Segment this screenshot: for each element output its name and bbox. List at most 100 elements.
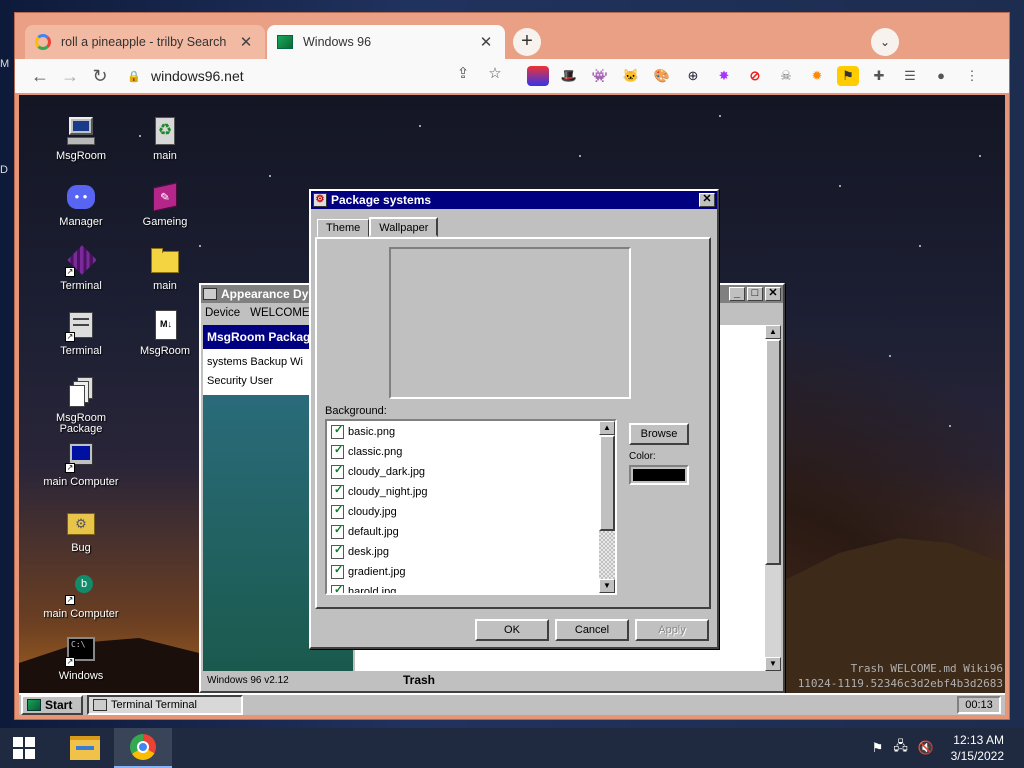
tab-search[interactable]: roll a pineapple - trilby Search ✕ — [25, 25, 265, 59]
ok-button[interactable]: OK — [475, 619, 549, 641]
desktop-icon-main-computer-2[interactable]: b ↗ main Computer — [41, 573, 121, 620]
apply-button[interactable]: Apply — [635, 619, 709, 641]
minimize-button[interactable]: _ — [729, 287, 745, 301]
url-text: windows96.net — [151, 68, 244, 84]
chrome-taskbar-button[interactable] — [114, 728, 172, 768]
host-clock[interactable]: 12:13 AM 3/15/2022 — [934, 732, 1024, 764]
crosshair-extension-icon[interactable]: ⊕ — [682, 66, 704, 86]
scroll-down-button[interactable]: ▼ — [599, 579, 615, 593]
close-icon[interactable]: ✕ — [477, 33, 495, 51]
profile-avatar-icon[interactable]: ● — [930, 66, 952, 86]
file-list-item[interactable]: default.jpg — [327, 522, 615, 542]
desktop-icon-label: main Computer — [43, 476, 119, 488]
reload-button[interactable]: ↻ — [85, 61, 115, 91]
menu-item-device[interactable]: Device — [205, 307, 240, 319]
package-window[interactable]: ⚙ Package systems ✕ Theme Wallpaper Back… — [309, 189, 719, 649]
scroll-thumb[interactable] — [599, 435, 615, 531]
file-list-item[interactable]: gradient.jpg — [327, 562, 615, 582]
file-name: classic.png — [348, 446, 403, 458]
desktop-icon-main-folder[interactable]: main — [125, 245, 205, 292]
file-list-item[interactable]: desk.jpg — [327, 542, 615, 562]
host-start-button[interactable] — [0, 728, 48, 768]
scroll-down-button[interactable]: ▼ — [765, 657, 781, 671]
lock-icon: 🔒 — [127, 70, 141, 83]
puzzle-extensions-icon[interactable]: ✚ — [868, 66, 890, 86]
google-icon — [35, 34, 51, 50]
back-button[interactable]: ← — [25, 61, 55, 91]
desktop-icon-label: Bug — [71, 542, 91, 554]
close-icon[interactable]: ✕ — [237, 33, 255, 51]
volume-muted-icon[interactable]: 🔇 — [918, 740, 934, 756]
bee-extension-icon[interactable]: ⚑ — [837, 66, 859, 86]
burst-extension-icon[interactable]: ✸ — [713, 66, 735, 86]
tab-theme[interactable]: Theme — [317, 219, 370, 237]
extensions-bar: 🎩 👾 🐱 🎨 ⊕ ✸ ⊘ ☠ ✹ ⚑ ✚ ☰ ● ⋮ — [527, 66, 983, 86]
file-list-item[interactable]: basic.png — [327, 422, 615, 442]
window-icon — [93, 699, 107, 711]
bookmark-star-icon[interactable]: ☆ — [487, 64, 503, 84]
image-file-icon — [331, 583, 344, 593]
rainbow-extension-icon[interactable] — [527, 66, 549, 86]
invader-extension-icon[interactable]: 👾 — [589, 66, 611, 86]
host-time: 12:13 AM — [953, 733, 1004, 747]
background-file-list[interactable]: basic.png classic.png cloudy_dark.jpgcloud… — [325, 419, 617, 595]
file-list-item[interactable]: harold.jpg — [327, 582, 615, 593]
file-explorer-icon — [70, 736, 100, 760]
maximize-button[interactable]: □ — [747, 287, 763, 301]
file-list-item[interactable]: classic.png — [327, 442, 615, 462]
hat-extension-icon[interactable]: 🎩 — [558, 66, 580, 86]
cat-extension-icon[interactable]: 🐱 — [620, 66, 642, 86]
start-button[interactable]: Start — [21, 695, 83, 715]
desktop-icon-main[interactable]: ♻ main — [125, 115, 205, 162]
block-extension-icon[interactable]: ⊘ — [744, 66, 766, 86]
scroll-up-button[interactable]: ▲ — [765, 325, 781, 339]
file-list-item[interactable]: cloudy.jpg — [327, 502, 615, 522]
win96-clock: 00:13 — [957, 696, 1001, 714]
windows96-logo-icon — [27, 699, 41, 711]
printer-icon: ↗ — [65, 310, 97, 342]
new-tab-button[interactable]: + — [513, 28, 541, 56]
file-list-item[interactable]: cloudy_night.jpg — [327, 482, 615, 502]
skull-extension-icon[interactable]: ☠ — [775, 66, 797, 86]
desktop-icon-terminal-2[interactable]: ↗ Terminal — [41, 310, 121, 357]
appearance-scrollbar[interactable]: ▲ ▼ — [765, 325, 781, 671]
tab-wallpaper[interactable]: Wallpaper — [369, 217, 439, 237]
desktop-icon-terminal[interactable]: ↗ Terminal — [41, 245, 121, 292]
desktop-icon-gameing[interactable]: ✎ Gameing — [125, 181, 205, 228]
package-title: Package systems — [331, 193, 432, 207]
tab-search-button[interactable]: ⌄ — [871, 28, 899, 56]
desktop-icon-manager[interactable]: • • Manager — [41, 181, 121, 228]
color-label: Color: — [629, 451, 656, 462]
cancel-button[interactable]: Cancel — [555, 619, 629, 641]
close-button[interactable]: ✕ — [765, 287, 781, 301]
bug-folder-icon: ⚙ — [65, 507, 97, 539]
sun-extension-icon[interactable]: ✹ — [806, 66, 828, 86]
forward-button[interactable]: → — [55, 61, 85, 91]
desktop-icon-windows[interactable]: C:\ ↗ Windows — [41, 635, 121, 682]
desktop-icon-msgroom-package[interactable]: MsgRoom Package — [41, 377, 121, 435]
desktop-icon-main-computer[interactable]: ↗ main Computer — [41, 441, 121, 488]
system-tray: ⚑ 🖧 🔇 — [872, 737, 934, 759]
tab-windows96[interactable]: Windows 96 ✕ — [267, 25, 505, 59]
color-picker[interactable] — [629, 465, 689, 485]
desktop-icon-msgroom[interactable]: MsgRoom — [41, 115, 121, 162]
network-icon[interactable]: 🖧 — [893, 737, 908, 759]
file-name: cloudy_night.jpg — [348, 486, 428, 498]
close-button[interactable]: ✕ — [699, 193, 715, 207]
browse-button[interactable]: Browse — [629, 423, 689, 445]
taskbar-task-terminal[interactable]: Terminal Terminal — [87, 695, 243, 715]
scroll-up-button[interactable]: ▲ — [599, 421, 615, 435]
file-list-item[interactable]: cloudy_dark.jpg — [327, 462, 615, 482]
flag-icon[interactable]: ⚑ — [872, 740, 884, 756]
desktop-icon-bug[interactable]: ⚙ Bug — [41, 507, 121, 554]
file-list-scrollbar[interactable]: ▲ ▼ — [599, 421, 615, 593]
desktop-icon-msgroom-md[interactable]: M↓ MsgRoom — [125, 310, 205, 357]
start-label: Start — [45, 698, 73, 712]
scroll-thumb[interactable] — [765, 339, 781, 565]
media-control-icon[interactable]: ☰ — [899, 66, 921, 86]
kebab-menu-icon[interactable]: ⋮ — [961, 66, 983, 86]
package-titlebar[interactable]: ⚙ Package systems ✕ — [311, 191, 717, 209]
share-icon[interactable]: ⇪ — [455, 64, 471, 84]
color-wheel-extension-icon[interactable]: 🎨 — [651, 66, 673, 86]
file-explorer-button[interactable] — [56, 728, 114, 768]
